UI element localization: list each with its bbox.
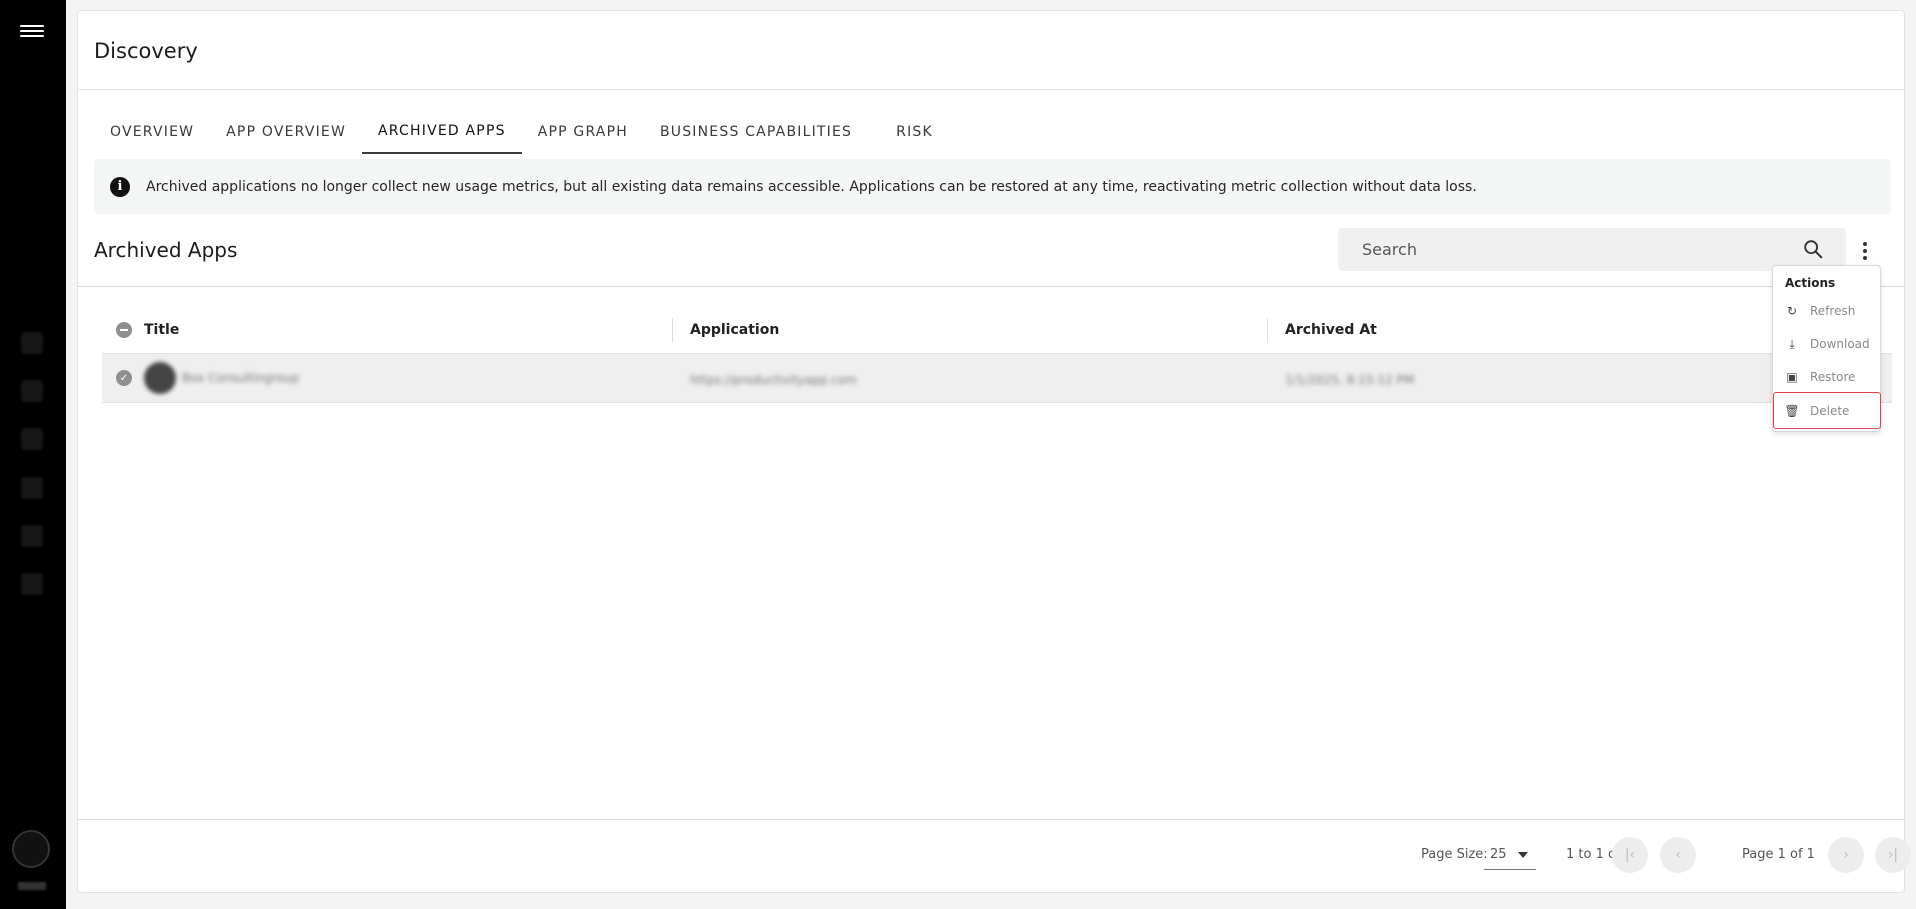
tab-bar: OVERVIEW APP OVERVIEW ARCHIVED APPS APP … — [94, 109, 949, 154]
user-avatar[interactable] — [12, 830, 50, 868]
nav-icon-1[interactable] — [21, 332, 43, 354]
hamburger-menu-icon[interactable] — [20, 22, 44, 42]
menu-item-download-label: Download — [1810, 337, 1870, 351]
app-logo — [144, 362, 176, 394]
first-page-button[interactable]: |‹ — [1612, 837, 1648, 873]
version-label — [18, 882, 46, 890]
nav-icon-3[interactable] — [21, 428, 43, 450]
column-header-archived-at[interactable]: Archived At — [1267, 318, 1857, 342]
first-page-icon: |‹ — [1624, 847, 1636, 863]
pagination-footer: Page Size: 25 1 to 1 of 1 |‹ ‹ Page 1 of… — [78, 820, 1911, 892]
search-icon[interactable] — [1802, 238, 1824, 260]
last-page-button[interactable]: ›| — [1875, 837, 1911, 873]
nav-icon-4[interactable] — [21, 477, 43, 499]
menu-item-refresh[interactable]: ↻ Refresh — [1774, 296, 1880, 326]
tab-business-capabilities[interactable]: BUSINESS CAPABILITIES — [644, 109, 880, 154]
menu-item-restore[interactable]: ▣ Restore — [1774, 362, 1880, 392]
trash-icon: 🗑 — [1784, 403, 1800, 418]
chevron-right-icon: › — [1843, 847, 1849, 863]
info-banner: i Archived applications no longer collec… — [94, 159, 1891, 214]
nav-icon-search[interactable] — [21, 380, 43, 402]
table-row[interactable]: ✓ Box Consultingroup https://productivit… — [102, 353, 1892, 403]
row-selected-check-icon[interactable]: ✓ — [116, 370, 132, 386]
section-title: Archived Apps — [94, 238, 238, 262]
column-application-label: Application — [690, 322, 780, 338]
grid-divider — [78, 286, 1904, 287]
last-page-icon: ›| — [1887, 847, 1899, 863]
caret-down-icon — [1518, 852, 1528, 858]
info-banner-message: Archived applications no longer collect … — [146, 178, 1477, 195]
menu-item-refresh-label: Refresh — [1810, 304, 1856, 318]
row-archived-at: 1/1/2025, 8:15:12 PM — [1285, 372, 1415, 387]
menu-item-delete-label: Delete — [1810, 403, 1850, 418]
tab-app-graph[interactable]: APP GRAPH — [522, 109, 644, 154]
tab-risk[interactable]: RISK — [880, 109, 949, 154]
page-size-value: 25 — [1490, 847, 1507, 862]
refresh-icon: ↻ — [1786, 304, 1798, 318]
download-icon: ⤓ — [1789, 336, 1795, 351]
left-rail — [0, 0, 66, 909]
row-title-cell: ✓ Box Consultingroup — [102, 362, 672, 394]
column-title-label: Title — [144, 322, 180, 338]
page-title: Discovery — [94, 39, 198, 63]
column-archived-at-label: Archived At — [1285, 322, 1377, 338]
tab-app-overview[interactable]: APP OVERVIEW — [210, 109, 362, 154]
actions-menu-title: Actions — [1785, 276, 1836, 290]
page-size-select[interactable]: 25 — [1484, 840, 1536, 870]
deselect-all-icon[interactable] — [116, 322, 132, 338]
more-actions-icon[interactable] — [1855, 239, 1875, 263]
search-input[interactable] — [1362, 240, 1782, 259]
row-archived-at-cell: 1/1/2025, 8:15:12 PM — [1267, 369, 1857, 388]
tab-archived-apps[interactable]: ARCHIVED APPS — [362, 109, 522, 154]
search-box — [1338, 228, 1846, 271]
row-title: Box Consultingroup — [182, 371, 300, 385]
actions-menu: Actions ↻ Refresh ⤓ Download ▣ Restore 🗑… — [1772, 265, 1881, 432]
menu-item-download[interactable]: ⤓ Download — [1774, 329, 1880, 359]
table-header: Title Application Archived At — [102, 309, 1892, 351]
chevron-left-icon: ‹ — [1675, 847, 1681, 863]
tab-overview[interactable]: OVERVIEW — [94, 109, 210, 154]
column-header-application[interactable]: Application — [672, 318, 1267, 342]
info-icon: i — [110, 176, 130, 197]
title-divider — [78, 89, 1904, 90]
main-card: Discovery OVERVIEW APP OVERVIEW ARCHIVED… — [77, 10, 1911, 893]
nav-icon-5[interactable] — [21, 525, 43, 547]
menu-item-delete[interactable]: 🗑 Delete — [1773, 392, 1881, 429]
nav-icon-6[interactable] — [21, 573, 43, 595]
previous-page-button[interactable]: ‹ — [1660, 837, 1696, 873]
row-application-cell: https://productivityapp.com — [672, 369, 1267, 388]
restore-icon: ▣ — [1786, 370, 1798, 384]
page-info: Page 1 of 1 — [1742, 847, 1815, 862]
menu-item-restore-label: Restore — [1810, 370, 1856, 384]
next-page-button[interactable]: › — [1828, 837, 1864, 873]
page-size-label: Page Size: — [1421, 847, 1488, 862]
column-header-title[interactable]: Title — [102, 318, 672, 342]
row-application: https://productivityapp.com — [690, 372, 857, 387]
